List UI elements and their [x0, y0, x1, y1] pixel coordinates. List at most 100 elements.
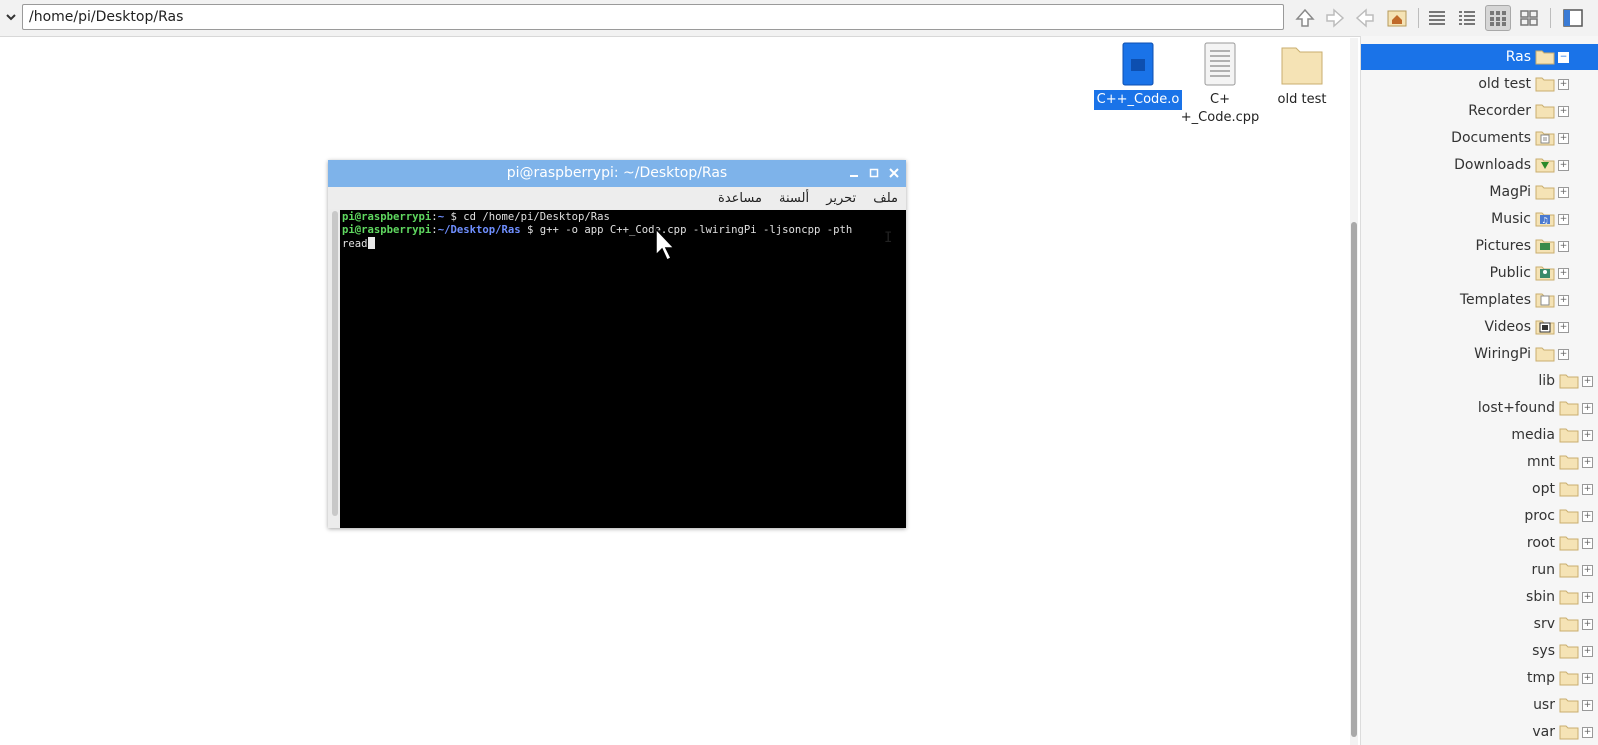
tree-item-media[interactable]: media + — [1361, 422, 1598, 448]
tree-expander-button[interactable]: + — [1582, 726, 1593, 738]
documents-folder-icon — [1535, 131, 1555, 146]
tree-item-ras[interactable]: Ras − — [1361, 44, 1598, 70]
tree-item-pictures[interactable]: Pictures + — [1361, 233, 1575, 259]
tree-item-recorder[interactable]: Recorder + — [1361, 98, 1575, 124]
tree-item-public[interactable]: Public + — [1361, 260, 1575, 286]
tree-item-lib[interactable]: lib + — [1361, 368, 1598, 394]
tree-item-sbin[interactable]: sbin + — [1361, 584, 1598, 610]
tree-expander-button[interactable]: + — [1582, 429, 1593, 441]
close-button[interactable] — [886, 165, 902, 181]
tree-item-proc[interactable]: proc + — [1361, 503, 1598, 529]
maximize-button[interactable] — [866, 165, 882, 181]
tree-item-label: media — [1511, 427, 1555, 443]
terminal-scrollbar[interactable] — [332, 211, 338, 516]
tree-item-icon — [1535, 76, 1555, 92]
tree-item-lost-found[interactable]: lost+found + — [1361, 395, 1598, 421]
tree-item-usr[interactable]: usr + — [1361, 692, 1598, 718]
tree-item-srv[interactable]: srv + — [1361, 611, 1598, 637]
tree-expander-button[interactable]: + — [1558, 105, 1569, 117]
tree-expander-button[interactable]: + — [1582, 537, 1593, 549]
tree-item-var[interactable]: var + — [1361, 719, 1598, 745]
tree-item-old-test[interactable]: old test + — [1361, 71, 1575, 97]
forward-button[interactable] — [1322, 5, 1348, 31]
folder-icon — [1559, 455, 1579, 470]
tree-item-music[interactable]: Music ♫ + — [1361, 206, 1575, 232]
tree-item-icon — [1535, 49, 1555, 65]
tree-item-root[interactable]: root + — [1361, 530, 1598, 556]
tree-item-run[interactable]: run + — [1361, 557, 1598, 583]
tree-item-label: Templates — [1459, 292, 1531, 308]
downloads-folder-icon — [1535, 158, 1555, 173]
tree-expander-button[interactable]: + — [1558, 267, 1569, 279]
tree-expander-button[interactable]: + — [1558, 348, 1569, 360]
tree-item-icon — [1535, 319, 1555, 335]
tree-expander-button[interactable]: + — [1558, 159, 1569, 171]
desktop-folder-old-test[interactable]: old test — [1257, 42, 1347, 110]
command-text: cd /home/pi/Desktop/Ras — [463, 211, 610, 223]
menu-file[interactable]: ملف — [867, 189, 906, 206]
desktop-file-cpp-object[interactable]: C++_Code.o — [1093, 42, 1183, 110]
tree-expander-button[interactable]: + — [1582, 672, 1593, 684]
tree-item-label: Ras — [1505, 49, 1531, 65]
pictures-folder-icon — [1535, 239, 1555, 254]
tree-item-documents[interactable]: Documents + — [1361, 125, 1575, 151]
minimize-button[interactable] — [846, 165, 862, 181]
tree-item-label: Public — [1489, 265, 1531, 281]
tree-item-icon — [1559, 373, 1579, 389]
tree-expander-button[interactable]: + — [1558, 321, 1569, 333]
desktop-file-cpp-source[interactable]: C+ +_Code.cpp — [1175, 42, 1265, 128]
tree-expander-button[interactable]: + — [1558, 213, 1569, 225]
tree-item-label: proc — [1524, 508, 1555, 524]
menu-help[interactable]: مساعدة — [712, 189, 768, 206]
tree-item-videos[interactable]: Videos + — [1361, 314, 1575, 340]
sidebar-scrollbar-thumb[interactable] — [1351, 222, 1357, 737]
tree-item-downloads[interactable]: Downloads + — [1361, 152, 1575, 178]
path-input[interactable] — [22, 4, 1284, 30]
toggle-sidebar-button[interactable] — [1560, 5, 1586, 31]
tree-expander-button[interactable]: + — [1582, 402, 1593, 414]
prompt-path: ~/Desktop/Ras — [437, 224, 521, 236]
back-button[interactable] — [1352, 5, 1378, 31]
tree-expander-button[interactable]: + — [1582, 510, 1593, 522]
tree-item-tmp[interactable]: tmp + — [1361, 665, 1598, 691]
tree-expander-button[interactable]: + — [1582, 645, 1593, 657]
tree-expander-button[interactable]: + — [1558, 78, 1569, 90]
tree-expander-button[interactable]: + — [1558, 240, 1569, 252]
tree-item-mnt[interactable]: mnt + — [1361, 449, 1598, 475]
tree-expander-button[interactable]: − — [1558, 51, 1569, 63]
tree-expander-button[interactable]: + — [1558, 294, 1569, 306]
menu-tabs[interactable]: ألسنة — [773, 189, 815, 206]
tree-expander-button[interactable]: + — [1558, 132, 1569, 144]
prompt-user: pi@raspberrypi — [342, 211, 432, 223]
tree-item-templates[interactable]: Templates + — [1361, 287, 1575, 313]
desktop-file-label: C++_Code.o — [1093, 90, 1183, 110]
tree-item-icon — [1559, 697, 1579, 713]
desktop-file-label: C+ +_Code.cpp — [1180, 92, 1260, 125]
tree-item-opt[interactable]: opt + — [1361, 476, 1598, 502]
history-dropdown-button[interactable] — [2, 6, 20, 28]
tree-expander-button[interactable]: + — [1582, 699, 1593, 711]
compact-view-button[interactable] — [1454, 5, 1480, 31]
terminal-title: pi@raspberrypi: ~/Desktop/Ras — [506, 165, 728, 181]
tree-expander-button[interactable]: + — [1558, 186, 1569, 198]
tree-item-wiringpi[interactable]: WiringPi + — [1361, 341, 1575, 367]
tree-expander-button[interactable]: + — [1582, 591, 1593, 603]
up-button[interactable] — [1292, 5, 1318, 31]
tree-item-sys[interactable]: sys + — [1361, 638, 1598, 664]
terminal-titlebar[interactable]: pi@raspberrypi: ~/Desktop/Ras — [328, 160, 906, 187]
terminal-menubar: ملف تحرير ألسنة مساعدة — [328, 187, 906, 209]
tree-item-magpi[interactable]: MagPi + — [1361, 179, 1575, 205]
icon-view-button[interactable] — [1485, 5, 1511, 31]
tree-expander-button[interactable]: + — [1582, 618, 1593, 630]
terminal-output[interactable]: pi@raspberrypi:~ $ cd /home/pi/Desktop/R… — [340, 210, 906, 528]
home-button[interactable] — [1384, 5, 1410, 31]
tree-item-icon — [1559, 427, 1579, 443]
tree-item-icon — [1559, 481, 1579, 497]
tree-expander-button[interactable]: + — [1582, 483, 1593, 495]
tree-expander-button[interactable]: + — [1582, 456, 1593, 468]
tree-expander-button[interactable]: + — [1582, 375, 1593, 387]
menu-edit[interactable]: تحرير — [820, 189, 862, 206]
tree-expander-button[interactable]: + — [1582, 564, 1593, 576]
list-view-button[interactable] — [1424, 5, 1450, 31]
thumbnail-view-button[interactable] — [1516, 5, 1542, 31]
